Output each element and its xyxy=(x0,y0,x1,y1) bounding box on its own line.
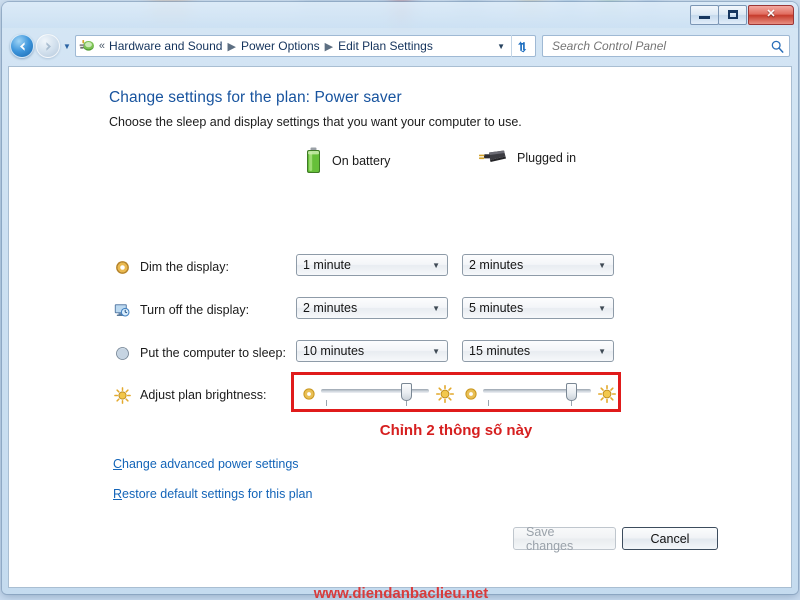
annotation-text: Chỉnh 2 thông số này xyxy=(379,422,533,439)
chevron-down-icon: ▼ xyxy=(432,346,440,356)
brightness-low-icon xyxy=(303,388,315,400)
link-text: estore default settings for this plan xyxy=(122,487,313,501)
slider-tick xyxy=(326,400,327,406)
search-input[interactable] xyxy=(550,38,770,54)
power-options-icon xyxy=(79,40,94,51)
combo-value: 5 minutes xyxy=(469,301,524,315)
control-panel-window: ✕ ▼ « Hardware and Sound ▶ Power Options… xyxy=(2,2,798,600)
page-subtitle: Choose the sleep and display settings th… xyxy=(109,115,522,129)
combo-value: 15 minutes xyxy=(469,344,531,358)
cancel-label: Cancel xyxy=(650,531,690,546)
combo-sleep-on-battery[interactable]: 10 minutes ▼ xyxy=(296,340,448,362)
minimize-button[interactable] xyxy=(690,4,719,25)
breadcrumb-overflow[interactable]: « xyxy=(99,40,105,52)
address-bar[interactable]: « Hardware and Sound ▶ Power Options ▶ E… xyxy=(74,35,536,57)
link-accesskey: C xyxy=(113,457,123,471)
setting-row-dim-display: Dim the display: xyxy=(113,254,793,280)
recent-pages-button[interactable]: ▼ xyxy=(63,42,71,51)
search-icon[interactable] xyxy=(770,39,785,54)
turn-off-display-icon xyxy=(113,301,131,319)
chevron-down-icon: ▼ xyxy=(598,303,606,313)
combo-sleep-plugged-in[interactable]: 15 minutes ▼ xyxy=(462,340,614,362)
brightness-slider-plugged-in[interactable] xyxy=(464,381,616,407)
maximize-icon xyxy=(727,10,738,19)
breadcrumb-item-power-options[interactable]: Power Options xyxy=(239,38,322,54)
combo-value: 10 minutes xyxy=(303,344,365,358)
back-arrow-icon xyxy=(19,41,25,51)
battery-icon xyxy=(307,147,320,173)
brightness-high-icon xyxy=(436,385,454,403)
address-dropdown-button[interactable]: ▼ xyxy=(491,42,511,51)
back-button[interactable] xyxy=(10,34,34,58)
column-label-plugged-in: Plugged in xyxy=(517,151,577,165)
cancel-button[interactable]: Cancel xyxy=(622,527,718,550)
combo-value: 2 minutes xyxy=(469,258,524,272)
chevron-down-icon: ▼ xyxy=(598,346,606,356)
setting-label-turn-off-display: Turn off the display: xyxy=(140,303,250,317)
forward-arrow-icon xyxy=(45,41,51,51)
combo-value: 2 minutes xyxy=(303,301,358,315)
chevron-down-icon: ▼ xyxy=(432,260,440,270)
brightness-high-icon xyxy=(598,385,616,403)
setting-label-sleep: Put the computer to sleep: xyxy=(140,346,286,360)
breadcrumb-item-hardware-and-sound[interactable]: Hardware and Sound xyxy=(107,38,224,54)
combo-dim-display-plugged-in[interactable]: 2 minutes ▼ xyxy=(462,254,614,276)
breadcrumb-item-edit-plan-settings[interactable]: Edit Plan Settings xyxy=(336,38,435,54)
slider-track xyxy=(321,389,429,393)
slider-tick xyxy=(488,400,489,406)
brightness-track-plugged-in[interactable] xyxy=(483,381,591,407)
setting-label-dim-display: Dim the display: xyxy=(140,260,229,274)
slider-thumb-plugged-in[interactable] xyxy=(566,383,577,401)
setting-row-turn-off-display: Turn off the display: xyxy=(113,297,793,323)
save-changes-button[interactable]: Save changes xyxy=(513,524,616,553)
brightness-low-icon xyxy=(465,388,477,400)
content-pane: Change settings for the plan: Power save… xyxy=(8,66,793,600)
brightness-slider-on-battery[interactable] xyxy=(302,381,454,407)
chevron-down-icon: ▼ xyxy=(598,260,606,270)
navigation-bar: ▼ « Hardware and Sound ▶ Power Options ▶… xyxy=(2,28,798,64)
breadcrumb-separator[interactable]: ▶ xyxy=(325,40,333,53)
save-changes-label: Save changes xyxy=(526,524,574,553)
close-icon: ✕ xyxy=(766,8,776,20)
window-titlebar[interactable]: ✕ xyxy=(2,2,798,28)
refresh-button[interactable] xyxy=(511,35,533,57)
sleep-icon xyxy=(113,344,131,362)
link-restore-default-settings[interactable]: Restore default settings for this plan xyxy=(113,487,312,501)
brightness-highlight-box xyxy=(291,372,621,412)
desktop-background: ✕ ▼ « Hardware and Sound ▶ Power Options… xyxy=(0,0,800,600)
minimize-icon xyxy=(699,16,710,19)
window-controls: ✕ xyxy=(690,4,794,25)
watermark-text: www.diendanbaclieu.net xyxy=(313,585,489,600)
refresh-icon xyxy=(518,40,527,52)
link-accesskey: R xyxy=(113,487,123,501)
maximize-button[interactable] xyxy=(718,4,747,25)
column-label-on-battery: On battery xyxy=(332,154,391,168)
forward-button[interactable] xyxy=(36,34,60,58)
combo-turn-off-display-plugged-in[interactable]: 5 minutes ▼ xyxy=(462,297,614,319)
combo-value: 1 minute xyxy=(303,258,351,272)
page-title: Change settings for the plan: Power save… xyxy=(109,89,402,106)
link-change-advanced-power-settings[interactable]: Change advanced power settings xyxy=(113,457,299,471)
breadcrumb-separator[interactable]: ▶ xyxy=(227,40,235,53)
column-header-plugged-in: Plugged in xyxy=(477,147,576,169)
link-text: hange advanced power settings xyxy=(122,457,299,471)
dim-display-icon xyxy=(113,258,131,276)
power-plug-icon xyxy=(479,150,506,162)
setting-label-brightness: Adjust plan brightness: xyxy=(140,388,267,402)
slider-thumb-on-battery[interactable] xyxy=(401,383,412,401)
combo-dim-display-on-battery[interactable]: 1 minute ▼ xyxy=(296,254,448,276)
close-button[interactable]: ✕ xyxy=(748,4,794,25)
combo-turn-off-display-on-battery[interactable]: 2 minutes ▼ xyxy=(296,297,448,319)
brightness-track-on-battery[interactable] xyxy=(321,381,429,407)
search-box[interactable] xyxy=(542,35,790,57)
column-header-on-battery: On battery xyxy=(305,147,390,175)
chevron-down-icon: ▼ xyxy=(432,303,440,313)
brightness-sun-icon xyxy=(113,386,131,404)
setting-row-sleep: Put the computer to sleep: xyxy=(113,340,793,366)
